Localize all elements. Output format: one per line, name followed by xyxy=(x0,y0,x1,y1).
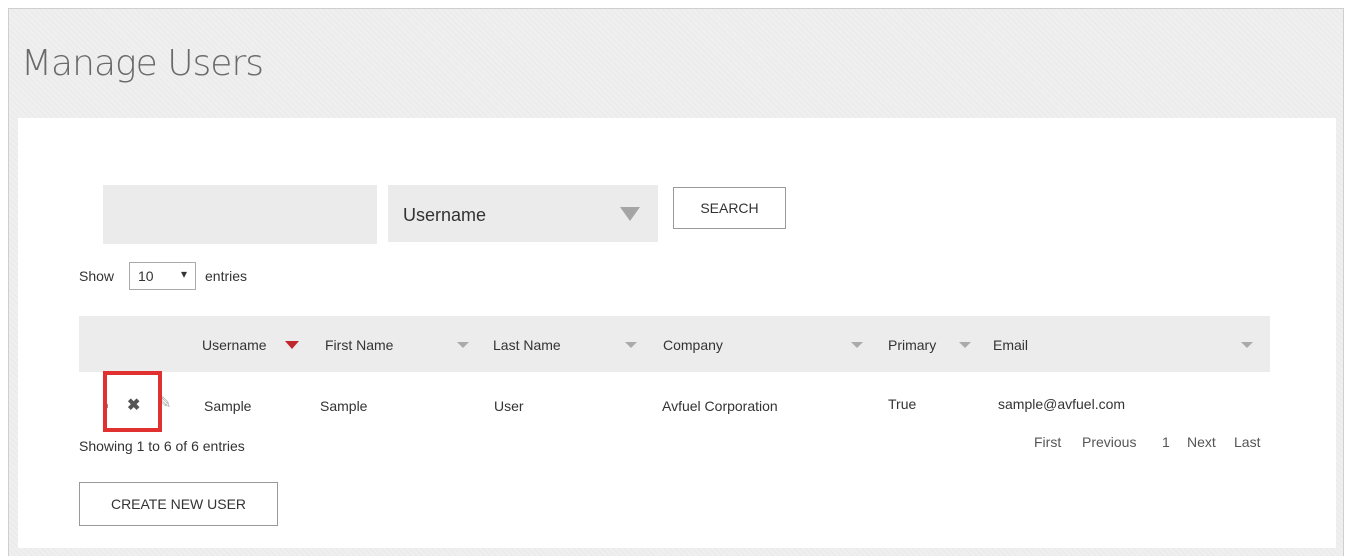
search-field-select[interactable]: Username xyxy=(388,185,658,242)
show-label: Show xyxy=(79,268,115,284)
delete-highlight-box xyxy=(103,371,162,432)
cell-email: sample@avfuel.com xyxy=(998,396,1126,412)
sort-icon[interactable] xyxy=(851,342,863,348)
sort-icon[interactable] xyxy=(625,342,637,348)
column-header-company[interactable]: Company xyxy=(663,337,723,353)
cell-last-name: User xyxy=(494,398,524,414)
cell-company: Avfuel Corporation xyxy=(662,398,778,414)
column-header-email[interactable]: Email xyxy=(993,337,1028,353)
search-button[interactable]: SEARCH xyxy=(673,187,786,229)
table-header: Username First Name Last Name Company Pr… xyxy=(79,316,1270,372)
sort-icon[interactable] xyxy=(457,342,469,348)
entries-per-page-value: 10 xyxy=(138,268,154,284)
pagination-last[interactable]: Last xyxy=(1234,434,1260,450)
column-header-last-name[interactable]: Last Name xyxy=(493,337,561,353)
search-input[interactable] xyxy=(103,185,377,244)
page-title: Manage Users xyxy=(21,43,264,84)
chevron-down-icon xyxy=(620,207,640,221)
create-new-user-button[interactable]: CREATE NEW USER xyxy=(79,482,278,526)
column-header-username[interactable]: Username xyxy=(202,337,267,353)
pagination-page-1[interactable]: 1 xyxy=(1162,434,1170,450)
cell-first-name: Sample xyxy=(320,398,368,414)
pagination-next[interactable]: Next xyxy=(1187,434,1216,450)
caret-down-icon: ▾ xyxy=(180,267,187,281)
sort-icon[interactable] xyxy=(959,342,971,348)
search-field-value: Username xyxy=(403,205,487,225)
column-header-first-name[interactable]: First Name xyxy=(325,337,393,353)
sort-icon[interactable] xyxy=(1241,342,1253,348)
table-info: Showing 1 to 6 of 6 entries xyxy=(79,438,245,454)
pagination-first[interactable]: First xyxy=(1034,434,1061,450)
cell-primary: True xyxy=(888,396,917,412)
entries-label: entries xyxy=(205,268,248,284)
entries-per-page-select[interactable]: 10 ▾ xyxy=(129,262,196,290)
column-header-primary[interactable]: Primary xyxy=(888,337,936,353)
cell-username: Sample xyxy=(204,398,252,414)
sort-desc-icon[interactable] xyxy=(285,341,299,349)
pagination-previous[interactable]: Previous xyxy=(1082,434,1136,450)
